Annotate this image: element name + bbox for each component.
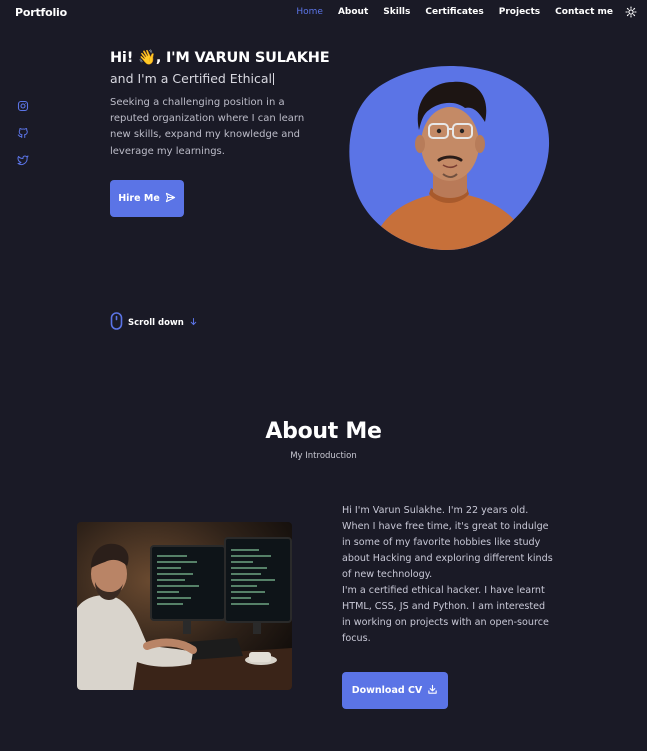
- navbar: Portfolio Home About Skills Certificates…: [0, 0, 647, 26]
- twitter-icon[interactable]: [17, 151, 29, 165]
- hire-me-label: Hire Me: [118, 193, 160, 204]
- about-description: Hi I'm Varun Sulakhe. I'm 22 years old. …: [342, 503, 554, 647]
- hero-typed-subtitle: and I'm a Certified Ethical: [110, 71, 274, 86]
- typing-caret: [273, 73, 274, 85]
- download-cv-label: Download CV: [351, 685, 423, 696]
- typed-text: and I'm a Certified Ethical: [110, 71, 272, 86]
- sun-icon[interactable]: [625, 6, 637, 18]
- download-icon: [427, 684, 438, 698]
- brand-logo[interactable]: Portfolio: [15, 6, 67, 19]
- arrow-down-icon: [189, 317, 198, 329]
- nav-link-about[interactable]: About: [338, 7, 368, 17]
- about-subtitle: My Introduction: [290, 451, 357, 461]
- nav-link-skills[interactable]: Skills: [383, 7, 410, 17]
- social-links: [17, 97, 29, 165]
- nav-link-projects[interactable]: Projects: [499, 7, 540, 17]
- about-paragraph-1: Hi I'm Varun Sulakhe. I'm 22 years old. …: [342, 505, 553, 580]
- nav-links: Home About Skills Certificates Projects …: [296, 6, 637, 18]
- mouse-icon: [110, 312, 123, 333]
- hero-greeting: Hi! 👋, I'M VARUN SULAKHE: [110, 50, 330, 66]
- about-image: [77, 522, 292, 690]
- about-paragraph-2: I'm a certified ethical hacker. I have l…: [342, 585, 549, 644]
- profile-photo: [349, 64, 551, 250]
- nav-link-contact[interactable]: Contact me: [555, 7, 613, 17]
- github-icon[interactable]: [17, 124, 29, 138]
- instagram-icon[interactable]: [17, 97, 29, 112]
- download-cv-button[interactable]: Download CV: [342, 672, 448, 709]
- scroll-down-label: Scroll down: [128, 317, 184, 328]
- nav-link-certificates[interactable]: Certificates: [425, 7, 483, 17]
- hire-me-button[interactable]: Hire Me: [110, 180, 184, 217]
- scroll-down-link[interactable]: Scroll down: [110, 312, 198, 333]
- about-title: About Me: [265, 419, 382, 444]
- hero-description: Seeking a challenging position in a repu…: [110, 97, 305, 157]
- send-icon: [165, 192, 176, 206]
- nav-link-home[interactable]: Home: [296, 7, 323, 17]
